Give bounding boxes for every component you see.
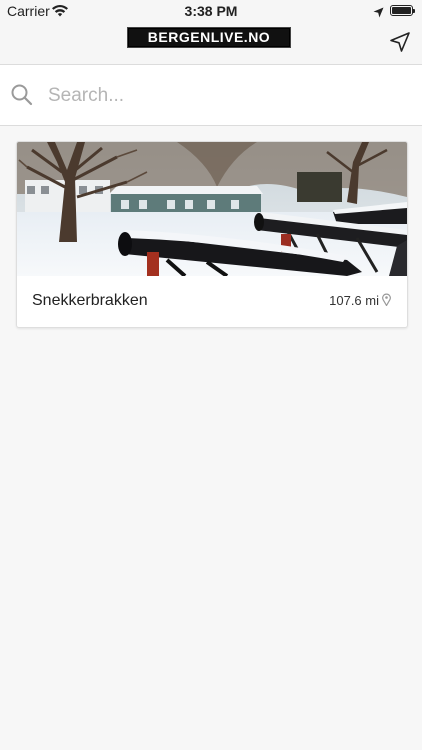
map-pin-icon	[382, 293, 391, 311]
battery-icon	[390, 5, 415, 16]
clock: 3:38 PM	[184, 3, 238, 19]
search-input[interactable]	[46, 80, 400, 112]
place-photo	[17, 142, 407, 276]
search-bar	[0, 65, 422, 126]
search-icon	[11, 84, 33, 111]
location-arrow-icon[interactable]	[388, 30, 412, 54]
status-bar: Carrier 3:38 PM	[0, 0, 422, 22]
place-name: Snekkerbrakken	[32, 292, 148, 309]
place-card[interactable]: Snekkerbrakken 107.6 mi	[16, 141, 408, 328]
location-services-icon	[373, 5, 384, 21]
bergenlive-logo: BERGENLIVE.NO	[128, 28, 290, 47]
navigation-bar: Carrier 3:38 PM BERGENLIVE.NO	[0, 0, 422, 65]
place-distance: 107.6 mi	[329, 293, 379, 308]
